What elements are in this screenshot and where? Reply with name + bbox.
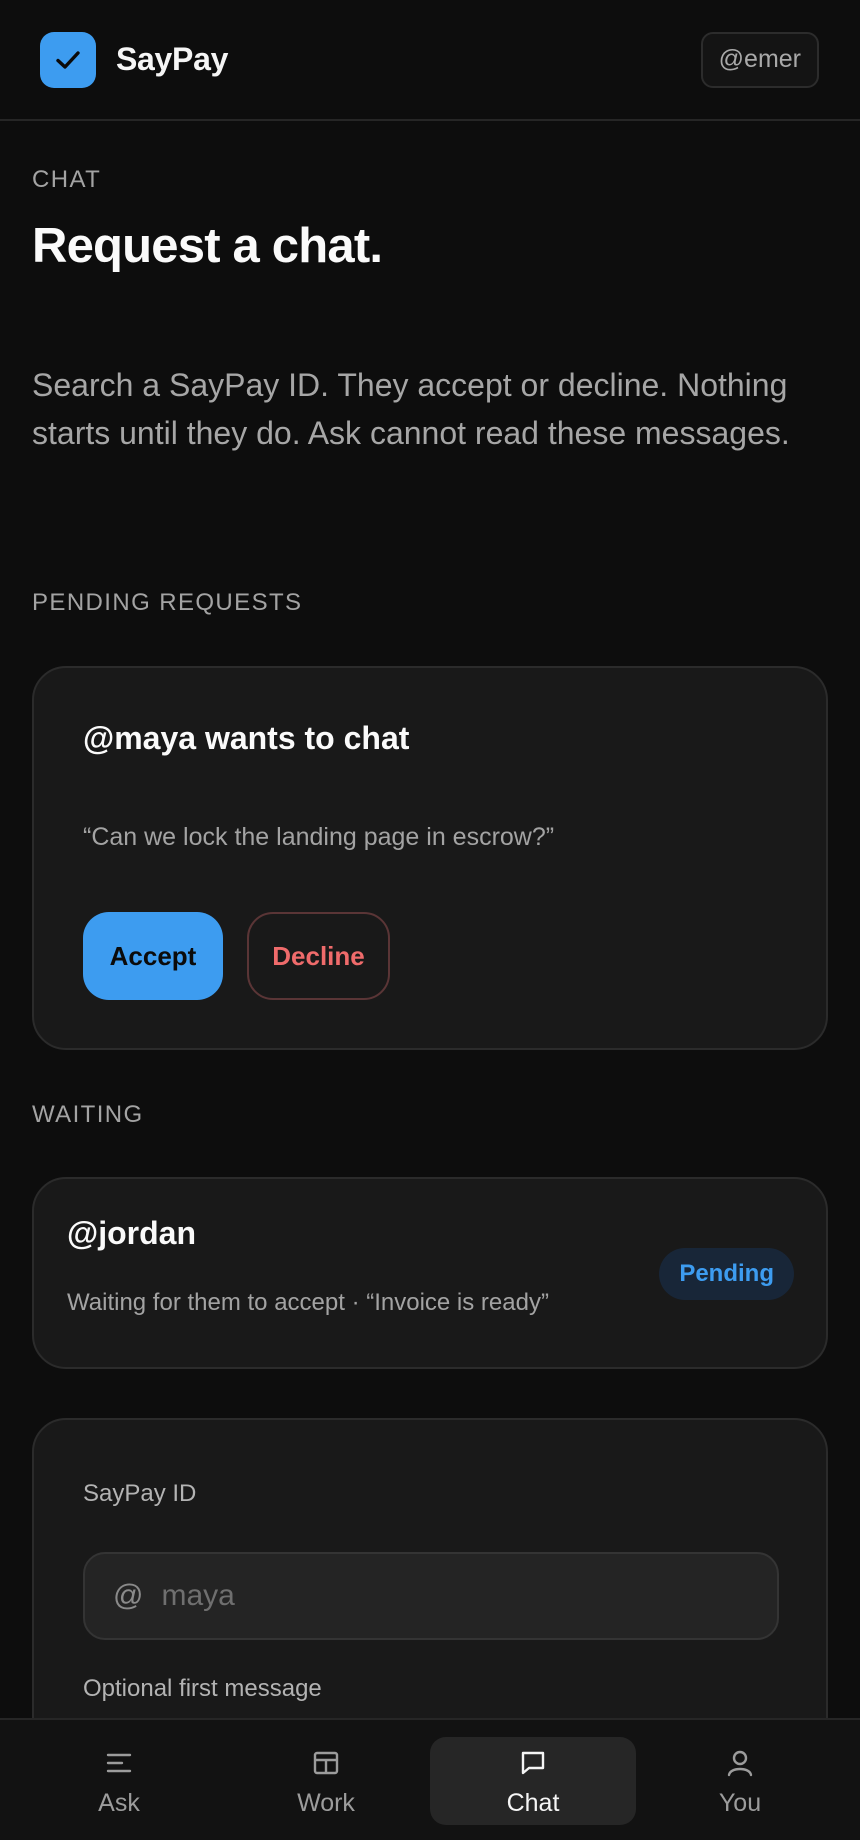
waiting-name: @jordan: [67, 1215, 196, 1251]
saypay-id-label: SayPay ID: [83, 1480, 197, 1507]
waiting-heading: WAITING: [32, 1101, 144, 1128]
waiting-subtitle: Waiting for them to accept · “Invoice is…: [67, 1289, 549, 1316]
nav-label-you: You: [718, 1789, 762, 1817]
intro-text: Search a SayPay ID. They accept or decli…: [32, 367, 790, 451]
chat-bubble-icon: [521, 1751, 545, 1775]
request-message: “Can we lock the landing page in escrow?…: [83, 823, 555, 851]
nav-label-work: Work: [297, 1789, 355, 1817]
nav-label-ask: Ask: [98, 1789, 140, 1817]
nav-item-work[interactable]: Work: [223, 1737, 429, 1825]
brand[interactable]: SayPay: [40, 31, 229, 88]
check-icon: [40, 31, 96, 88]
nav-item-ask[interactable]: Ask: [16, 1737, 222, 1825]
page-eyebrow: CHAT: [32, 166, 102, 193]
nav-label-chat: Chat: [506, 1789, 560, 1817]
saypay-id-input[interactable]: [161, 1579, 722, 1613]
first-message-label: Optional first message: [83, 1675, 322, 1702]
request-title: @maya wants to chat: [83, 720, 410, 756]
app-header: SayPay @emer: [0, 0, 860, 121]
page-title: Request a chat.: [32, 219, 383, 273]
user-handle-button[interactable]: @emer: [700, 31, 819, 88]
brand-name: SayPay: [116, 41, 229, 77]
app-root: SayPay @emer CHAT Request a chat. Search…: [0, 0, 860, 1840]
pending-request-card: @maya wants to chat “Can we lock the lan…: [32, 666, 828, 1050]
layout-icon: [313, 1751, 339, 1775]
status-badge: Pending: [659, 1248, 794, 1300]
decline-button[interactable]: Decline: [247, 912, 390, 1000]
pending-requests-heading: PENDING REQUESTS: [32, 589, 303, 616]
at-symbol: @: [113, 1579, 144, 1612]
nav-item-you[interactable]: You: [637, 1737, 843, 1825]
nav-item-chat[interactable]: Chat: [430, 1737, 636, 1825]
menu-lines-icon: [106, 1753, 132, 1773]
accept-button[interactable]: Accept: [83, 912, 223, 1000]
bottom-nav: Ask Work Chat You: [0, 1718, 860, 1840]
user-icon: [727, 1750, 753, 1777]
saypay-id-field[interactable]: @: [83, 1552, 779, 1640]
waiting-card[interactable]: @jordan Waiting for them to accept · “In…: [32, 1177, 828, 1369]
